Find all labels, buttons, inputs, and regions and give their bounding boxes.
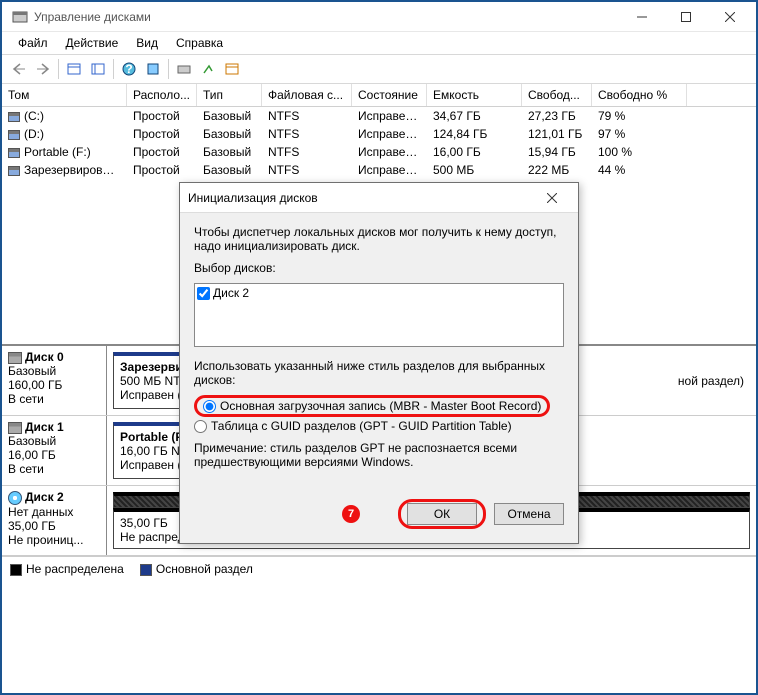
menubar: Файл Действие Вид Справка [2, 32, 756, 54]
dialog-choose-label: Выбор дисков: [194, 261, 564, 275]
radio-gpt-input[interactable] [194, 420, 207, 433]
dialog-close-button[interactable] [534, 185, 570, 211]
highlight-mbr: Основная загрузочная запись (MBR - Maste… [194, 395, 550, 417]
table-row[interactable]: Зарезервировано... ПростойБазовый NTFSИс… [2, 161, 756, 179]
volume-icon [8, 130, 20, 140]
table-row[interactable]: Portable (F:) ПростойБазовый NTFSИсправе… [2, 143, 756, 161]
table-row[interactable]: (C:) ПростойБазовый NTFSИсправен... 34,6… [2, 107, 756, 125]
help-icon[interactable]: ? [118, 58, 140, 80]
disk-check-item[interactable]: Диск 2 [197, 286, 561, 300]
col-capacity[interactable]: Емкость [427, 84, 522, 106]
legend-unalloc: Не распределена [26, 562, 124, 576]
toolbar: ? [2, 54, 756, 84]
refresh-icon[interactable] [142, 58, 164, 80]
disk-listbox[interactable]: Диск 2 [194, 283, 564, 347]
disk-info: Диск 0Базовый160,00 ГБВ сети [2, 346, 107, 415]
svg-text:?: ? [125, 62, 132, 76]
callout-badge: 7 [342, 505, 360, 523]
disk-icon [8, 422, 22, 434]
maximize-button[interactable] [664, 3, 708, 31]
partition-style-label: Использовать указанный ниже стиль раздел… [194, 359, 564, 387]
disk-info: Диск 2Нет данных35,00 ГБНе проиниц... [2, 486, 107, 555]
cancel-button[interactable]: Отмена [494, 503, 564, 525]
legend-primary: Основной раздел [156, 562, 253, 576]
dialog-intro: Чтобы диспетчер локальных дисков мог пол… [194, 225, 564, 253]
volume-table-header: Том Располо... Тип Файловая с... Состоян… [2, 84, 756, 107]
legend: Не распределена Основной раздел [2, 556, 756, 581]
menu-help[interactable]: Справка [168, 34, 231, 52]
radio-mbr[interactable]: Основная загрузочная запись (MBR - Maste… [203, 399, 541, 413]
menu-file[interactable]: Файл [10, 34, 56, 52]
disk2-label: Диск 2 [213, 286, 249, 300]
volume-icon [8, 166, 20, 176]
ok-button[interactable]: ОК [407, 503, 477, 525]
back-icon[interactable] [8, 58, 30, 80]
radio-gpt[interactable]: Таблица с GUID разделов (GPT - GUID Part… [194, 419, 512, 433]
view2-icon[interactable] [87, 58, 109, 80]
radio-mbr-input[interactable] [203, 400, 216, 413]
action3-icon[interactable] [221, 58, 243, 80]
view1-icon[interactable] [63, 58, 85, 80]
close-button[interactable] [708, 3, 752, 31]
dialog-title: Инициализация дисков [188, 191, 534, 205]
action2-icon[interactable] [197, 58, 219, 80]
titlebar: Управление дисками [2, 2, 756, 32]
app-icon [12, 9, 28, 25]
highlight-ok: ОК [398, 499, 486, 529]
col-status[interactable]: Состояние [352, 84, 427, 106]
col-freepct[interactable]: Свободно % [592, 84, 687, 106]
disk2-checkbox[interactable] [197, 287, 210, 300]
col-layout[interactable]: Располо... [127, 84, 197, 106]
window-title: Управление дисками [34, 10, 620, 24]
forward-icon[interactable] [32, 58, 54, 80]
init-disk-dialog: Инициализация дисков Чтобы диспетчер лок… [179, 182, 579, 544]
col-fs[interactable]: Файловая с... [262, 84, 352, 106]
volume-icon [8, 148, 20, 158]
disk-info: Диск 1Базовый16,00 ГБВ сети [2, 416, 107, 485]
dialog-note: Примечание: стиль разделов GPT не распоз… [194, 441, 564, 469]
cd-icon [8, 491, 22, 505]
swatch-unalloc [10, 564, 22, 576]
radio-mbr-label: Основная загрузочная запись (MBR - Maste… [220, 399, 541, 413]
col-volume[interactable]: Том [2, 84, 127, 106]
menu-view[interactable]: Вид [128, 34, 166, 52]
swatch-primary [140, 564, 152, 576]
col-type[interactable]: Тип [197, 84, 262, 106]
menu-action[interactable]: Действие [58, 34, 127, 52]
radio-gpt-label: Таблица с GUID разделов (GPT - GUID Part… [211, 419, 512, 433]
col-free[interactable]: Свобод... [522, 84, 592, 106]
volume-icon [8, 112, 20, 122]
volume-table-body: (C:) ПростойБазовый NTFSИсправен... 34,6… [2, 107, 756, 179]
disk-icon [8, 352, 22, 364]
minimize-button[interactable] [620, 3, 664, 31]
table-row[interactable]: (D:) ПростойБазовый NTFSИсправен... 124,… [2, 125, 756, 143]
action1-icon[interactable] [173, 58, 195, 80]
